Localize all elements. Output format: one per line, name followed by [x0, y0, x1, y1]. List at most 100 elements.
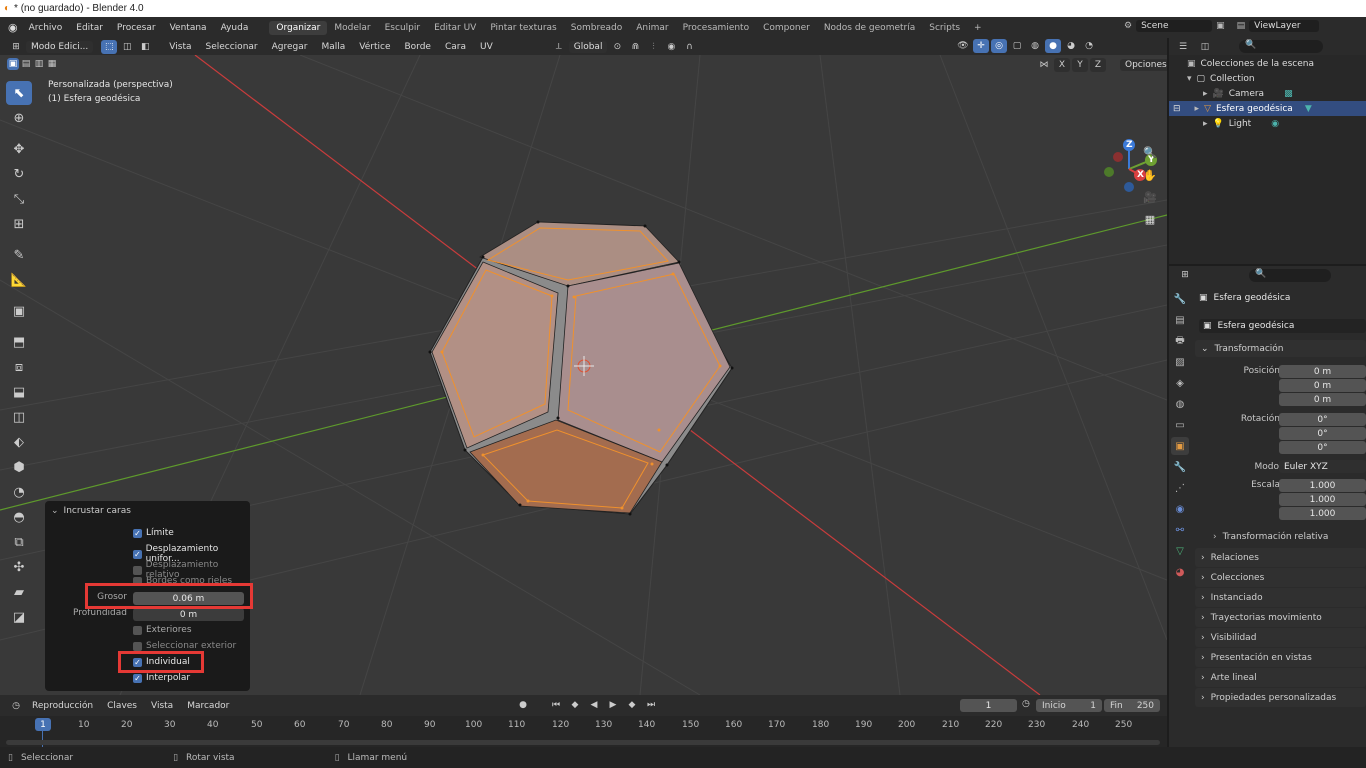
select-outer-checkbox-row[interactable]: Seleccionar exterior — [133, 641, 236, 651]
scale-x-field[interactable]: 1.000 — [1279, 479, 1366, 492]
scale-tool-icon[interactable]: ⤡ — [6, 187, 32, 211]
panel-header[interactable]: ⌄ Incrustar caras — [51, 506, 131, 516]
collection-tab-icon[interactable]: ▭ — [1171, 416, 1189, 434]
timeline-scrollbar[interactable] — [6, 740, 1160, 745]
mirror-x-toggle[interactable]: X — [1054, 58, 1070, 72]
gizmo-toggle-icon[interactable]: ✛ — [973, 39, 989, 53]
location-y-field[interactable]: 0 m — [1279, 379, 1366, 392]
menu-agregar[interactable]: Agregar — [266, 41, 314, 53]
expand-esfera-icon[interactable]: ▸ — [1195, 104, 1200, 114]
menu-editar[interactable]: Editar — [69, 23, 110, 33]
scale-z-field[interactable]: 1.000 — [1279, 507, 1366, 520]
mode-selector[interactable]: Modo Edici... — [26, 40, 94, 53]
section-arte-lineal[interactable]: › Arte lineal — [1195, 668, 1366, 687]
rotation-mode-dropdown[interactable]: Euler XYZ — [1279, 460, 1366, 473]
visibility-icon[interactable]: 👁 — [955, 39, 971, 53]
view-layer-tab-icon[interactable]: ▨ — [1171, 353, 1189, 371]
proportional-edit-icon[interactable]: ◉ — [663, 40, 679, 54]
outliner-editor-type-icon[interactable]: ☰ — [1175, 40, 1191, 54]
spin-tool-icon[interactable]: ◔ — [6, 480, 32, 504]
scale-y-field[interactable]: 1.000 — [1279, 493, 1366, 506]
physics-tab-icon[interactable]: ◉ — [1171, 500, 1189, 518]
tab-esculpir[interactable]: Esculpir — [378, 21, 427, 35]
rotate-tool-icon[interactable]: ↻ — [6, 162, 32, 186]
pivot-icon[interactable]: ⊙ — [609, 40, 625, 54]
mesh-data-icon[interactable]: ▼ — [1305, 104, 1312, 114]
timeline-editor-type-icon[interactable]: ◷ — [8, 699, 24, 713]
rotation-x-field[interactable]: 0° — [1279, 413, 1366, 426]
tab-modelar[interactable]: Modelar — [327, 21, 377, 35]
menu-vista[interactable]: Vista — [163, 41, 197, 53]
menu-archivo[interactable]: Archivo — [22, 23, 70, 33]
add-workspace-button[interactable]: + — [967, 21, 989, 35]
constraints-tab-icon[interactable]: ⚯ — [1171, 521, 1189, 539]
shrink-fatten-tool-icon[interactable]: ✣ — [6, 555, 32, 579]
outliner-item-camera[interactable]: ▸ 🎥 Camera ▩ — [1169, 86, 1366, 101]
output-tab-icon[interactable]: 🖶 — [1171, 332, 1189, 350]
rip-tool-icon[interactable]: ◪ — [6, 605, 32, 629]
interpolate-checkbox[interactable]: ✓ — [133, 673, 142, 683]
interpolate-checkbox-row[interactable]: ✓ Interpolar — [133, 673, 190, 683]
menu-reproduccion[interactable]: Reproducción — [26, 700, 99, 712]
expand-collection-icon[interactable]: ▾ — [1187, 74, 1192, 84]
section-relaciones[interactable]: › Relaciones — [1195, 548, 1366, 567]
outset-checkbox-row[interactable]: Exteriores — [133, 625, 192, 635]
datablock-field[interactable]: ▣ Esfera geodésica — [1199, 319, 1366, 333]
measure-tool-icon[interactable]: 📐 — [6, 268, 32, 292]
timeline-ruler[interactable]: 1 10 20 30 40 50 60 70 80 90 100 110 120… — [0, 716, 1167, 747]
menu-ayuda[interactable]: Ayuda — [214, 23, 256, 33]
jump-end-icon[interactable]: ⏭ — [643, 698, 659, 712]
select-new-icon[interactable]: ▣ — [7, 58, 19, 70]
transform-tool-icon[interactable]: ⊞ — [6, 212, 32, 236]
knife-tool-icon[interactable]: ⬖ — [6, 430, 32, 454]
end-frame-field[interactable]: Fin 250 — [1104, 699, 1160, 712]
zoom-icon[interactable]: 🔍 — [1140, 142, 1160, 162]
tab-animar[interactable]: Animar — [629, 21, 675, 35]
section-trayectorias[interactable]: › Trayectorias movimiento — [1195, 608, 1366, 627]
display-mode-icon[interactable]: ◫ — [1197, 40, 1213, 54]
material-shading-icon[interactable]: ◕ — [1063, 39, 1079, 53]
camera-data-icon[interactable]: ▩ — [1284, 89, 1293, 99]
relative-offset-checkbox[interactable] — [133, 565, 142, 575]
start-frame-field[interactable]: Inicio 1 — [1036, 699, 1102, 712]
face-select-icon[interactable]: ◧ — [137, 40, 153, 54]
tab-editar-uv[interactable]: Editar UV — [427, 21, 483, 35]
editor-type-icon[interactable]: ⊞ — [8, 40, 24, 54]
shear-tool-icon[interactable]: ▰ — [6, 580, 32, 604]
bevel-tool-icon[interactable]: ⬓ — [6, 380, 32, 404]
outliner-search-input[interactable]: 🔍 — [1239, 40, 1323, 53]
menu-claves[interactable]: Claves — [101, 700, 143, 712]
tab-scripts[interactable]: Scripts — [922, 21, 967, 35]
tab-procesamiento[interactable]: Procesamiento — [676, 21, 757, 35]
inset-tool-icon[interactable]: ⧈ — [6, 355, 32, 379]
transform-panel-header[interactable]: ⌄ Transformación — [1195, 340, 1366, 357]
edge-select-icon[interactable]: ◫ — [119, 40, 135, 54]
cursor-tool-icon[interactable]: ⊕ — [6, 106, 32, 130]
section-colecciones[interactable]: › Colecciones — [1195, 568, 1366, 587]
menu-procesar[interactable]: Procesar — [110, 23, 163, 33]
smooth-tool-icon[interactable]: ◓ — [6, 505, 32, 529]
tab-sombreado[interactable]: Sombreado — [564, 21, 629, 35]
rotation-z-field[interactable]: 0° — [1279, 441, 1366, 454]
data-tab-icon[interactable]: ▽ — [1171, 542, 1189, 560]
section-instanciado[interactable]: › Instanciado — [1195, 588, 1366, 607]
jump-start-icon[interactable]: ⏮ — [548, 698, 564, 712]
edge-slide-tool-icon[interactable]: ⧉ — [6, 530, 32, 554]
move-tool-icon[interactable]: ✥ — [6, 137, 32, 161]
orientation-selector[interactable]: Global — [568, 40, 608, 53]
rotation-y-field[interactable]: 0° — [1279, 427, 1366, 440]
options-dropdown[interactable]: Opciones — [1120, 59, 1167, 71]
vertex-select-icon[interactable]: ⬚ — [101, 39, 118, 54]
menu-cara[interactable]: Cara — [439, 41, 472, 53]
overlay-toggle-icon[interactable]: ◎ — [991, 39, 1007, 53]
limite-checkbox[interactable]: ✓ — [133, 528, 142, 538]
select-outer-checkbox[interactable] — [133, 641, 142, 651]
viewlayer-selector[interactable]: ViewLayer — [1249, 20, 1320, 32]
playhead-label[interactable]: 1 — [35, 718, 51, 731]
add-cube-tool-icon[interactable]: ▣ — [6, 299, 32, 323]
next-keyframe-icon[interactable]: ◆ — [624, 698, 640, 712]
xray-icon[interactable]: ▢ — [1009, 39, 1025, 53]
uniform-offset-checkbox[interactable]: ✓ — [133, 549, 142, 559]
mirror-z-toggle[interactable]: Z — [1090, 58, 1106, 72]
prev-keyframe-icon[interactable]: ◆ — [567, 698, 583, 712]
